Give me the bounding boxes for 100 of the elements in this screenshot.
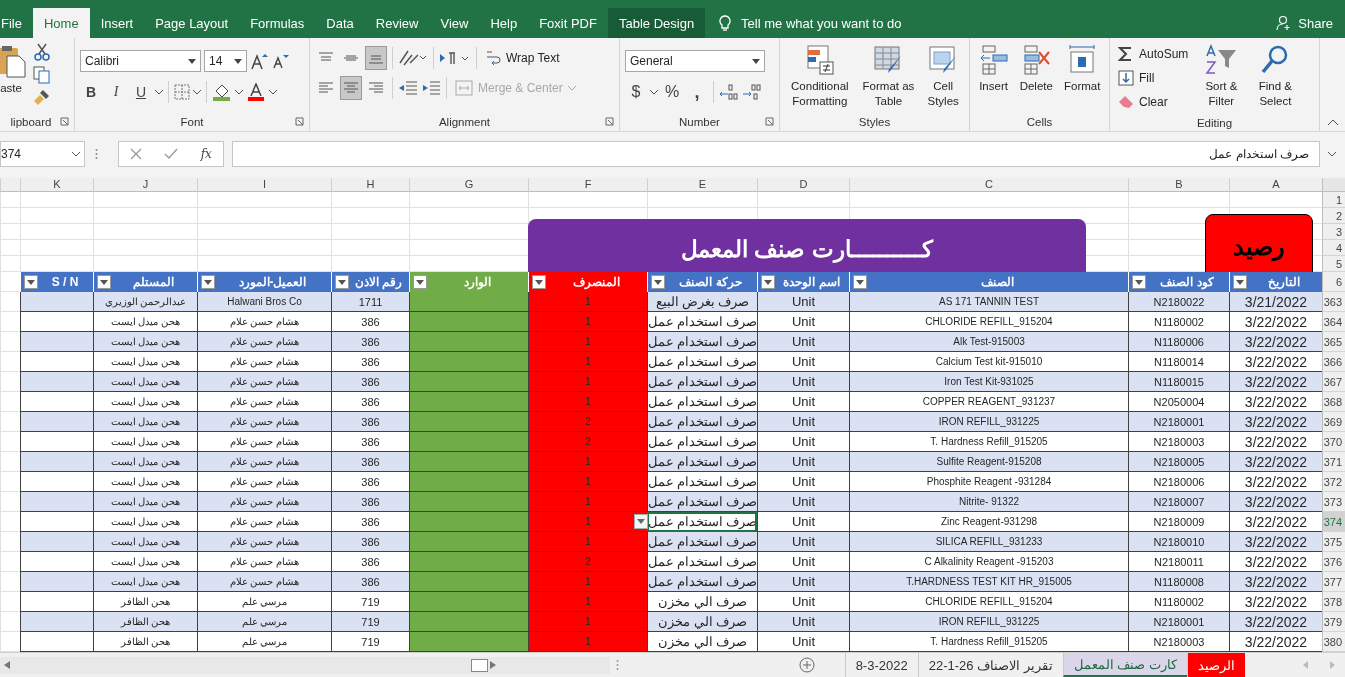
column-header[interactable]: F	[528, 178, 647, 192]
caret-icon[interactable]	[650, 89, 658, 95]
font-color-icon[interactable]	[246, 83, 266, 101]
caret-icon[interactable]	[235, 89, 243, 95]
ribbon-tab[interactable]: Foxit PDF	[528, 8, 608, 38]
row-header[interactable]: 367	[1322, 372, 1345, 392]
row-header[interactable]: 376	[1322, 552, 1345, 572]
scroll-thumb[interactable]	[471, 658, 488, 672]
sheet-tab[interactable]: الرصيد	[1187, 653, 1245, 677]
ribbon-tab[interactable]: Data	[315, 8, 365, 38]
row-header[interactable]: 4	[1322, 240, 1345, 256]
column-header[interactable]: D	[757, 178, 849, 192]
filter-button[interactable]	[761, 275, 775, 289]
filter-button[interactable]	[97, 275, 111, 289]
ribbon-tab[interactable]: Formulas	[239, 8, 316, 38]
row-header[interactable]: 366	[1322, 352, 1345, 372]
row-header[interactable]: 6	[1322, 272, 1345, 292]
column-header[interactable]: H	[331, 178, 409, 192]
sort-filter-button[interactable]: Sort & Filter	[1197, 42, 1246, 114]
cancel-icon[interactable]	[130, 148, 143, 160]
comma-button[interactable]: ,	[686, 80, 708, 104]
row-header[interactable]: 372	[1322, 472, 1345, 492]
row-header[interactable]: 370	[1322, 432, 1345, 452]
row-header[interactable]: 363	[1322, 292, 1345, 312]
sheet-tab[interactable]: 8-3-2022	[844, 653, 918, 677]
ribbon-tab[interactable]: File	[0, 8, 33, 38]
decrease-indent-icon[interactable]	[398, 80, 418, 96]
ribbon-tab[interactable]: Home	[32, 8, 90, 38]
filter-button[interactable]	[651, 275, 665, 289]
scroll-left-icon[interactable]	[4, 661, 10, 669]
orientation-icon[interactable]	[398, 49, 428, 67]
decrease-decimal-icon[interactable]	[742, 83, 762, 101]
cell-styles-button[interactable]: Cell Styles	[923, 42, 964, 113]
filter-button[interactable]	[1132, 275, 1146, 289]
text-direction-icon[interactable]	[439, 50, 471, 66]
insert-function-button[interactable]: fx	[200, 147, 212, 161]
column-header[interactable]: A	[1229, 178, 1322, 192]
paste-button[interactable]: aste	[0, 42, 29, 113]
row-header[interactable]: 375	[1322, 532, 1345, 552]
add-sheet-icon[interactable]	[798, 657, 815, 673]
dialog-launcher-icon[interactable]	[60, 117, 69, 126]
number-format-dropdown[interactable]: General	[625, 50, 765, 72]
column-header[interactable]: J	[93, 178, 197, 192]
filter-button[interactable]	[335, 275, 349, 289]
percent-button[interactable]: %	[661, 80, 683, 104]
increase-indent-icon[interactable]	[421, 80, 441, 96]
row-header[interactable]: 377	[1322, 572, 1345, 592]
ribbon-tab[interactable]: View	[429, 8, 480, 38]
underline-button[interactable]: U	[130, 80, 152, 104]
increase-font-icon[interactable]	[250, 52, 268, 70]
scroll-right-icon[interactable]	[490, 661, 496, 669]
row-header[interactable]: 368	[1322, 392, 1345, 412]
italic-button[interactable]: I	[105, 80, 127, 104]
autosum-button[interactable]: AutoSum	[1115, 42, 1192, 66]
row-header[interactable]: 380	[1322, 632, 1345, 652]
expand-caret-icon[interactable]	[1328, 151, 1336, 157]
row-header[interactable]: 2	[1322, 208, 1345, 224]
dropdown-button[interactable]	[634, 514, 648, 529]
row-header[interactable]: 378	[1322, 592, 1345, 612]
collapse-ribbon-icon[interactable]	[1327, 119, 1338, 125]
column-header[interactable]: G	[409, 178, 528, 192]
column-header[interactable]: E	[647, 178, 757, 192]
tell-me-search[interactable]: Tell me what you want to do	[741, 15, 902, 31]
filter-button[interactable]	[532, 275, 546, 289]
column-header[interactable]: I	[197, 178, 331, 192]
ribbon-tab[interactable]: Table Design	[607, 8, 706, 38]
bold-button[interactable]: B	[80, 80, 102, 104]
ribbon-tab[interactable]: Page Layout	[144, 8, 240, 38]
delete-cells-button[interactable]: Delete	[1018, 42, 1054, 113]
row-header[interactable]: 365	[1322, 332, 1345, 352]
find-select-button[interactable]: Find & Select	[1251, 42, 1300, 114]
ribbon-tab[interactable]: Review	[364, 8, 430, 38]
sheet-tab[interactable]: كارت صنف المعمل	[1062, 653, 1187, 677]
column-header[interactable]: C	[849, 178, 1128, 192]
scissors-icon[interactable]	[33, 42, 51, 62]
caret-icon[interactable]	[155, 89, 163, 95]
conditional-formatting-button[interactable]: Conditional Formatting	[785, 42, 854, 113]
filter-button[interactable]	[1233, 275, 1247, 289]
ribbon-tab[interactable]: Insert	[89, 8, 145, 38]
formula-input[interactable]: صرف استخدام عمل	[232, 141, 1320, 167]
format-as-table-button[interactable]: Format as Table	[859, 42, 918, 113]
sheet-tab[interactable]: تقرير الاصناف 26-1-22	[917, 653, 1063, 677]
filter-button[interactable]	[201, 275, 215, 289]
copy-icon[interactable]	[33, 66, 51, 84]
dialog-launcher-icon[interactable]	[765, 117, 774, 126]
column-header[interactable]: K	[20, 178, 93, 192]
clear-button[interactable]: Clear	[1115, 90, 1192, 114]
row-header[interactable]: 374	[1322, 512, 1345, 532]
increase-decimal-icon[interactable]	[719, 83, 739, 101]
dialog-launcher-icon[interactable]	[295, 117, 304, 126]
filter-button[interactable]	[24, 275, 38, 289]
check-icon[interactable]	[164, 148, 179, 160]
row-header[interactable]: 5	[1322, 256, 1345, 272]
format-cells-button[interactable]: Format	[1063, 42, 1102, 113]
row-header[interactable]: 369	[1322, 412, 1345, 432]
row-header[interactable]: 379	[1322, 612, 1345, 632]
fill-color-icon[interactable]	[212, 83, 232, 101]
filter-button[interactable]	[413, 275, 427, 289]
column-header[interactable]: B	[1128, 178, 1229, 192]
share-button[interactable]: Share	[1276, 8, 1333, 38]
